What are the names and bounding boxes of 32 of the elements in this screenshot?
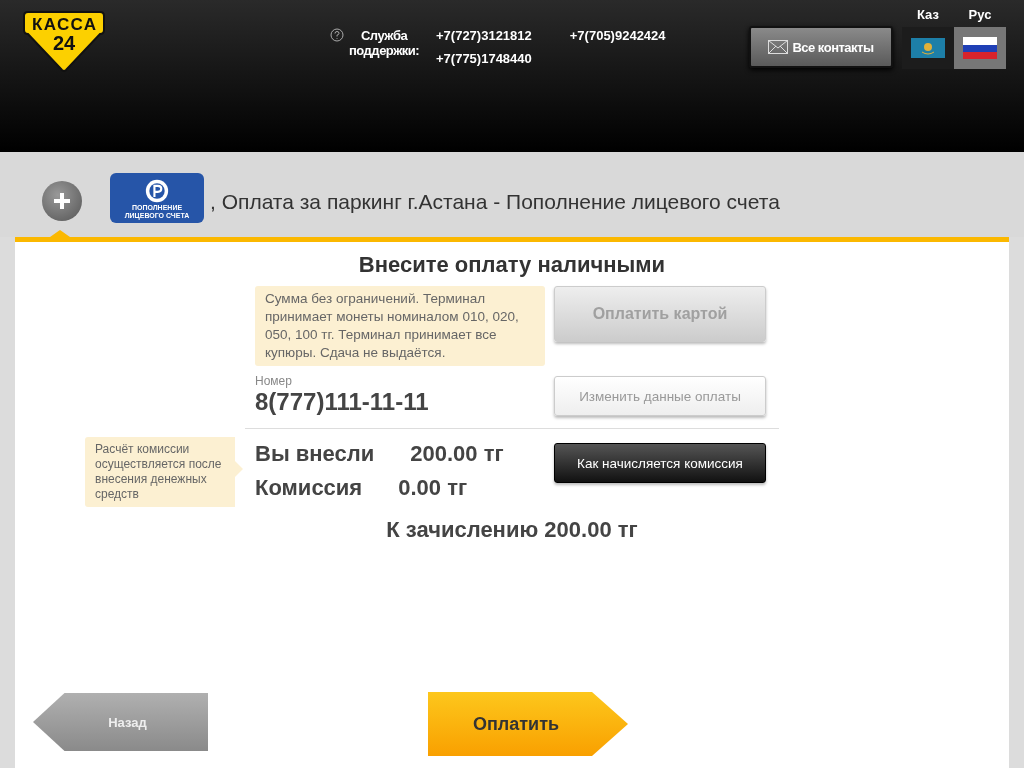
action-button[interactable]: Изменить данные оплаты	[554, 376, 766, 416]
language-label: Рус	[968, 7, 992, 22]
plus-icon	[52, 190, 72, 211]
parking-icon	[145, 178, 169, 203]
amount-label: Комиссия	[255, 474, 363, 502]
language-button[interactable]	[954, 27, 1006, 69]
envelope-icon	[768, 40, 789, 54]
phone-number: +7(727)3121812	[436, 28, 532, 43]
language-label: Каз	[917, 7, 939, 22]
total-amount: К зачислению 200.00 тг	[385, 517, 639, 543]
field-label: Номер	[255, 374, 293, 388]
kazakhstan-flag-icon	[911, 38, 945, 58]
phone-number: +7(775)1748440	[436, 51, 532, 66]
logo-text: 24	[52, 32, 76, 54]
info-note: Сумма без ограничений. Терминал принимает монеты номиналом 010, 020, 050, 100 тг. Терминал принимает все купюры. Сдача не выдаётся.	[255, 286, 545, 366]
language-button[interactable]	[902, 27, 954, 69]
help-icon	[330, 28, 344, 42]
commission-tip: Расчёт комиссии осуществляется после внесения денежных средств	[85, 437, 243, 507]
amount-value: 0.00 тг	[398, 474, 468, 502]
amount-value: 200.00 тг	[410, 440, 504, 468]
logo-text: КАССА	[32, 15, 96, 34]
all-contacts-button[interactable]: Все контакты	[749, 26, 893, 68]
russia-flag-icon	[963, 37, 997, 59]
pay-button[interactable]: Оплатить	[428, 692, 628, 756]
service-title: , Оплата за паркинг г.Астана - Пополнение лицевого счета	[210, 189, 780, 214]
action-button[interactable]: Как начисляется комиссия	[554, 443, 766, 483]
payment-title: Внесите оплату наличными	[357, 251, 667, 278]
support-label: Служба поддержки:	[349, 28, 420, 60]
amount-label: Вы внесли	[255, 440, 375, 468]
add-button[interactable]	[42, 180, 82, 221]
phone-number: +7(705)9242424	[569, 28, 666, 43]
phone-value: 8(777)111-11-11	[255, 388, 430, 416]
